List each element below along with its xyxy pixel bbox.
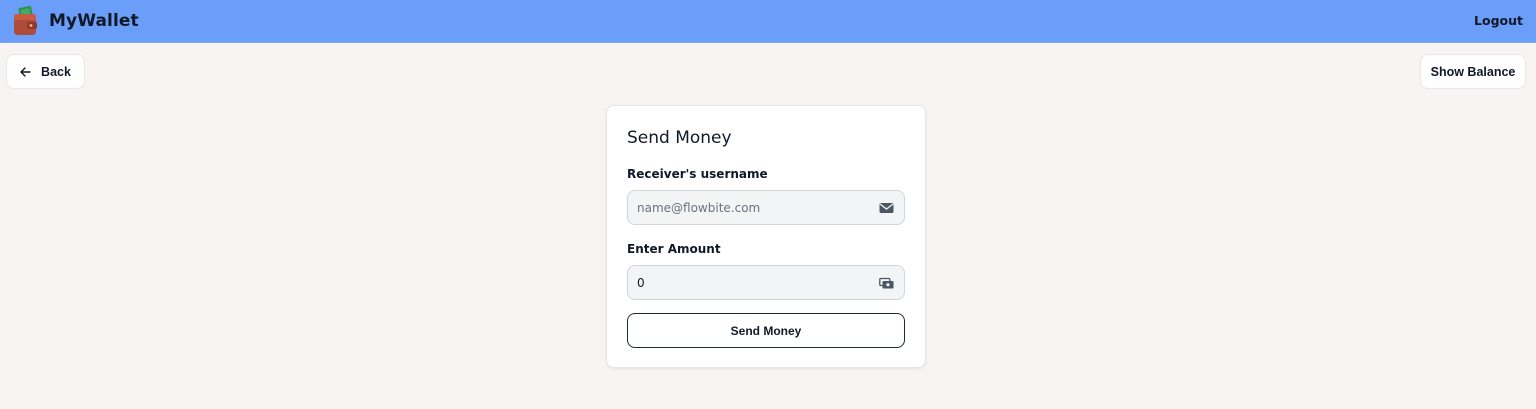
amount-field-wrapper (627, 265, 905, 300)
amount-input[interactable] (628, 266, 904, 299)
arrow-left-icon (20, 66, 31, 77)
logout-link[interactable]: Logout (1474, 13, 1523, 28)
send-money-button[interactable]: Send Money (627, 313, 905, 348)
receiver-label: Receiver's username (627, 167, 768, 181)
receiver-username-input[interactable] (628, 191, 904, 224)
envelope-icon (879, 203, 894, 213)
send-money-card: Send Money Receiver's username Enter Amo… (606, 105, 926, 368)
cash-icon (879, 277, 894, 289)
receiver-field-wrapper (627, 190, 905, 225)
brand[interactable]: MyWallet (12, 6, 139, 36)
show-balance-button[interactable]: Show Balance (1420, 54, 1526, 89)
card-title: Send Money (627, 128, 732, 148)
navbar: MyWallet Logout (0, 0, 1536, 43)
back-button[interactable]: Back (6, 54, 85, 89)
back-button-label: Back (41, 64, 71, 79)
wallet-icon (14, 6, 37, 35)
brand-name: MyWallet (49, 11, 139, 31)
amount-label: Enter Amount (627, 242, 721, 256)
